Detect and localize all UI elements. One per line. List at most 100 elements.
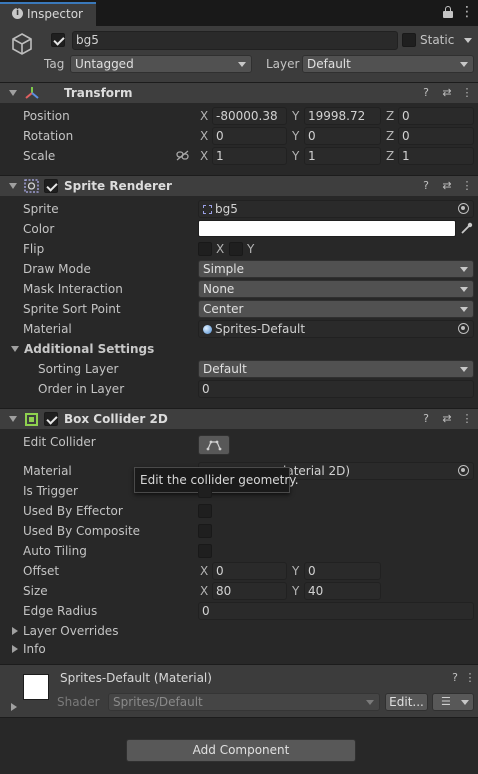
layer-overrides-label[interactable]: Layer Overrides <box>23 621 118 641</box>
add-component-button[interactable]: Add Component <box>126 739 356 762</box>
foldout-arrow-icon[interactable] <box>12 627 18 635</box>
sprite-field[interactable]: bg5 <box>198 200 474 218</box>
box-collider-title: Box Collider 2D <box>64 412 168 426</box>
help-icon[interactable]: ? <box>420 413 432 425</box>
sprite-renderer-icon <box>24 179 39 193</box>
tab-inspector[interactable]: i Inspector <box>0 2 96 26</box>
scale-y-field[interactable]: 1 <box>304 147 381 165</box>
transform-header[interactable]: Transform ? ⇄ ⋮ <box>0 82 478 103</box>
list-icon: ☰ <box>441 695 451 708</box>
transform-icon <box>25 87 39 99</box>
box-collider-enabled-checkbox[interactable] <box>44 412 58 426</box>
used-by-composite-checkbox[interactable] <box>198 524 212 538</box>
edit-collider-label: Edit Collider <box>23 435 96 449</box>
used-by-effector-checkbox[interactable] <box>198 504 212 518</box>
help-icon[interactable]: ? <box>420 87 432 99</box>
preset-icon[interactable]: ⇄ <box>441 413 453 425</box>
shader-edit-button[interactable]: Edit... <box>385 693 428 711</box>
auto-tiling-checkbox[interactable] <box>198 544 212 558</box>
preset-icon[interactable]: ⇄ <box>441 87 453 99</box>
help-icon[interactable]: ? <box>449 672 461 684</box>
preset-icon[interactable]: ⇄ <box>441 180 453 192</box>
shader-options-button[interactable]: ☰ <box>432 693 474 711</box>
rotation-x-field[interactable]: 0 <box>212 127 287 145</box>
draw-mode-dropdown[interactable]: Simple <box>198 260 474 278</box>
shader-label: Shader <box>57 695 100 709</box>
sprite-renderer-enabled-checkbox[interactable] <box>44 179 58 193</box>
order-in-layer-field[interactable]: 0 <box>198 380 474 398</box>
layer-dropdown[interactable]: Default <box>302 55 474 73</box>
tag-value: Untagged <box>75 57 134 71</box>
chevron-down-icon <box>460 287 468 292</box>
position-label: Position <box>23 109 70 123</box>
static-checkbox[interactable] <box>402 33 416 47</box>
sprite-renderer-header[interactable]: Sprite Renderer ? ⇄ ⋮ <box>0 175 478 196</box>
order-in-layer-label: Order in Layer <box>38 382 125 396</box>
position-y-field[interactable]: 19998.72 <box>304 107 381 125</box>
context-menu-icon[interactable]: ⋮ <box>461 180 473 192</box>
used-by-composite-label: Used By Composite <box>23 524 141 538</box>
static-dropdown-arrow[interactable] <box>464 38 472 43</box>
context-menu-icon[interactable]: ⋮ <box>464 672 476 684</box>
flip-x-label: X <box>216 242 225 256</box>
constrain-proportions-icon[interactable] <box>176 150 189 161</box>
object-picker-icon[interactable] <box>458 323 469 334</box>
offset-x-field[interactable]: 0 <box>212 562 287 580</box>
position-z-field[interactable]: 0 <box>398 107 474 125</box>
axis-y: Y <box>292 149 300 163</box>
info-icon: i <box>12 8 23 19</box>
help-icon[interactable]: ? <box>420 180 432 192</box>
position-x-field[interactable]: -80000.38 <box>212 107 287 125</box>
additional-settings-label[interactable]: Additional Settings <box>24 339 154 359</box>
shader-edit-label: Edit... <box>389 695 424 709</box>
edge-radius-field[interactable]: 0 <box>198 602 474 620</box>
axis-y: Y <box>292 129 300 143</box>
sprite-sort-point-dropdown[interactable]: Center <box>198 300 474 318</box>
rotation-y-field[interactable]: 0 <box>304 127 381 145</box>
material-panel: Sprites-Default (Material) ? ⋮ Shader Sp… <box>0 665 478 717</box>
sorting-layer-dropdown[interactable]: Default <box>198 360 474 378</box>
box-collider-header[interactable]: Box Collider 2D ? ⇄ ⋮ <box>0 408 478 429</box>
object-picker-icon[interactable] <box>458 203 469 214</box>
more-menu-icon[interactable]: ⋮ <box>460 3 474 21</box>
color-label: Color <box>23 222 55 236</box>
size-x-field[interactable]: 80 <box>212 582 287 600</box>
eyedropper-icon[interactable] <box>460 222 473 235</box>
lock-icon[interactable] <box>443 6 453 18</box>
tab-label: Inspector <box>27 7 83 21</box>
object-name-field[interactable]: bg5 <box>72 31 398 50</box>
mask-interaction-value: None <box>203 282 235 296</box>
axis-y: Y <box>292 564 300 578</box>
foldout-arrow-icon[interactable] <box>12 645 18 653</box>
foldout-arrow-icon <box>9 416 17 422</box>
foldout-arrow-icon[interactable] <box>11 703 17 711</box>
flip-x-checkbox[interactable] <box>198 242 212 256</box>
size-y-field[interactable]: 40 <box>304 582 381 600</box>
tag-dropdown[interactable]: Untagged <box>70 55 252 73</box>
rotation-z-field[interactable]: 0 <box>398 127 474 145</box>
mask-interaction-dropdown[interactable]: None <box>198 280 474 298</box>
is-trigger-checkbox[interactable] <box>198 484 212 498</box>
edit-collider-button[interactable] <box>198 435 230 455</box>
color-swatch[interactable] <box>198 220 456 237</box>
used-by-effector-label: Used By Effector <box>23 504 123 518</box>
foldout-arrow-icon[interactable] <box>11 346 19 352</box>
offset-y-field[interactable]: 0 <box>304 562 381 580</box>
material-asset-icon <box>203 325 212 334</box>
object-picker-icon[interactable] <box>458 465 469 476</box>
flip-y-checkbox[interactable] <box>229 242 243 256</box>
size-label: Size <box>23 584 48 598</box>
material-field[interactable]: Sprites-Default <box>198 320 474 338</box>
active-checkbox[interactable] <box>51 33 65 47</box>
is-trigger-label: Is Trigger <box>23 484 78 498</box>
axis-x: X <box>200 129 209 143</box>
scale-x-field[interactable]: 1 <box>212 147 287 165</box>
context-menu-icon[interactable]: ⋮ <box>461 87 473 99</box>
tab-bar: i Inspector ⋮ <box>0 0 478 26</box>
info-label[interactable]: Info <box>23 639 46 659</box>
offset-label: Offset <box>23 564 60 578</box>
context-menu-icon[interactable]: ⋮ <box>461 413 473 425</box>
axis-x: X <box>200 109 209 123</box>
scale-z-field[interactable]: 1 <box>398 147 474 165</box>
material-panel-title: Sprites-Default (Material) <box>60 671 212 685</box>
